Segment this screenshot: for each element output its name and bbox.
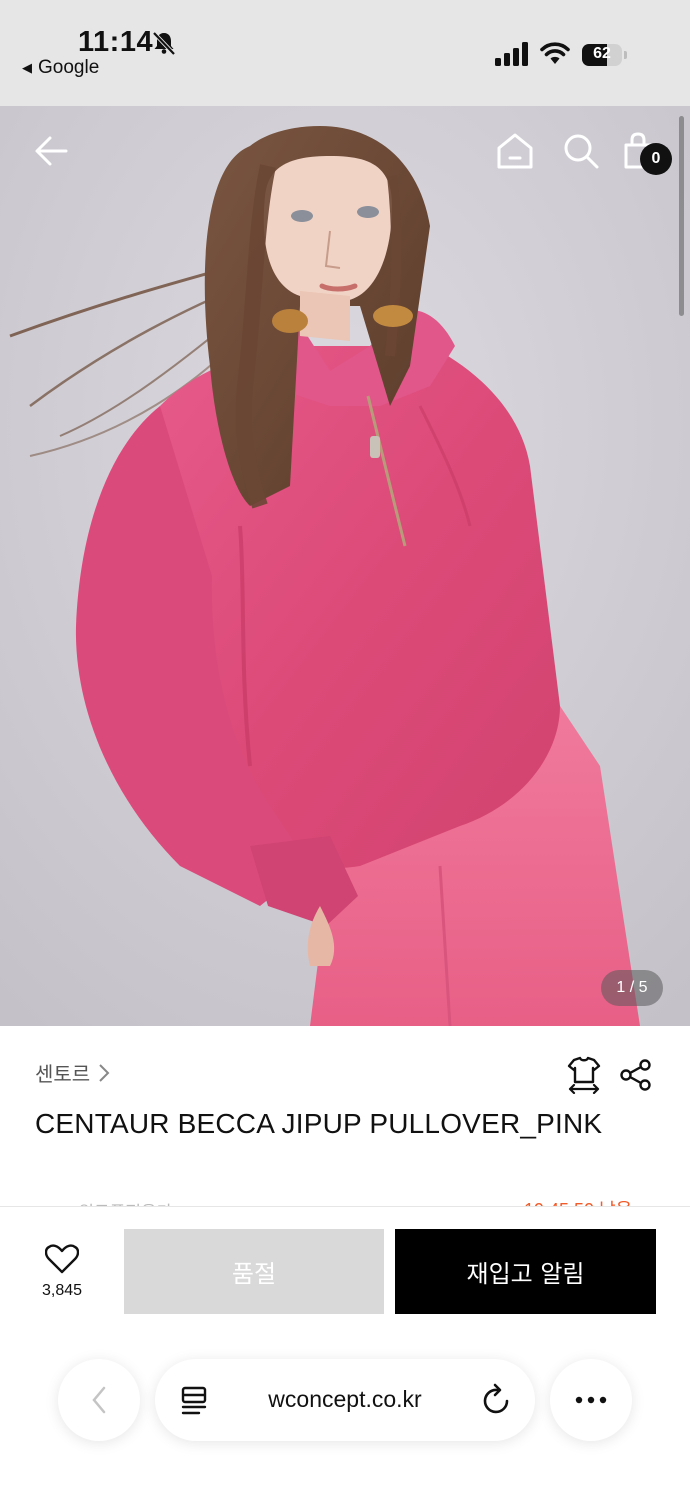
brand-link[interactable]: 센토르 <box>35 1058 110 1087</box>
size-guide-icon[interactable] <box>566 1056 602 1094</box>
back-arrow-icon[interactable] <box>32 131 72 171</box>
scroll-indicator <box>679 116 684 316</box>
product-image-gallery[interactable]: 0 1 / 5 <box>0 106 690 1026</box>
wishlist-button[interactable]: 3,845 <box>36 1244 88 1300</box>
battery-level: 62 <box>593 45 611 62</box>
battery-indicator: 62 <box>582 44 622 66</box>
product-title: CENTAUR BECCA JIPUP PULLOVER_PINK <box>35 1108 603 1139</box>
back-to-app-link[interactable]: ◀ Google <box>22 57 99 79</box>
browser-back-button[interactable] <box>58 1359 140 1441</box>
status-time: 11:14 <box>78 26 154 58</box>
bell-muted-icon <box>152 31 176 56</box>
home-icon[interactable] <box>495 131 535 171</box>
address-bar[interactable]: wconcept.co.kr <box>155 1359 535 1441</box>
reload-icon[interactable] <box>481 1383 513 1417</box>
status-bar: 11:14 ◀ Google 62 <box>0 0 690 106</box>
brand-name: 센토르 <box>35 1064 91 1086</box>
back-app-label: Google <box>38 57 100 78</box>
url-text: wconcept.co.kr <box>268 1386 422 1412</box>
search-icon[interactable] <box>561 131 601 171</box>
heart-icon <box>45 1244 79 1274</box>
restock-notify-button[interactable]: 재입고 알림 <box>395 1229 656 1314</box>
battery-tip <box>624 51 627 59</box>
product-photo <box>0 106 690 1026</box>
image-pager: 1 / 5 <box>601 970 663 1006</box>
wifi-icon <box>540 42 570 64</box>
cart-count-badge[interactable]: 0 <box>640 143 672 175</box>
ellipsis-icon <box>575 1396 607 1404</box>
share-icon[interactable] <box>619 1058 653 1092</box>
chevron-left-icon <box>92 1386 106 1414</box>
cellular-signal-icon <box>495 42 528 66</box>
soldout-button[interactable]: 품절 <box>124 1229 384 1314</box>
back-triangle-icon: ◀ <box>22 60 32 75</box>
chevron-right-icon <box>99 1063 110 1082</box>
more-options-button[interactable] <box>550 1359 632 1441</box>
wishlist-count: 3,845 <box>41 1282 83 1299</box>
